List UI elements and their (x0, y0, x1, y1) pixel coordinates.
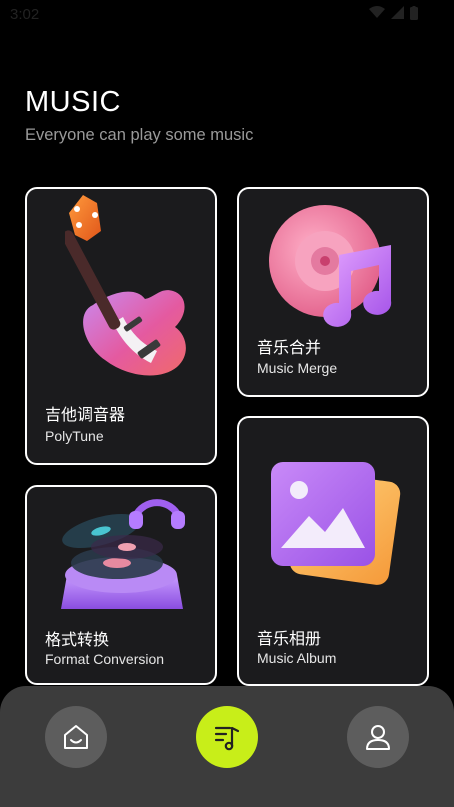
battery-icon (410, 6, 418, 20)
card-subtitle: PolyTune (45, 428, 104, 444)
signal-icon (391, 6, 404, 19)
status-time: 3:02 (10, 6, 40, 23)
turntable-icon (61, 499, 185, 609)
music-merge-card[interactable]: 音乐合并 Music Merge (237, 187, 429, 397)
music-merge-icon (269, 205, 392, 327)
guitar-tuner-card[interactable]: 吉他调音器 PolyTune (25, 187, 217, 465)
card-subtitle: Music Album (257, 650, 337, 666)
music-list-icon (214, 726, 240, 751)
card-title: 吉他调音器 (45, 405, 126, 424)
photo-album-icon (271, 462, 401, 585)
profile-icon (366, 725, 390, 750)
card-subtitle: Format Conversion (45, 651, 165, 667)
nav-profile-button[interactable] (347, 706, 409, 768)
music-album-card[interactable]: 音乐相册 Music Album (237, 416, 429, 686)
guitar-icon (65, 195, 186, 376)
card-title: 格式转换 (45, 630, 110, 649)
nav-home-button[interactable] (45, 706, 107, 768)
home-icon (64, 725, 88, 749)
bottom-nav (0, 686, 454, 807)
status-bar: 3:02 (0, 0, 454, 28)
format-conversion-card[interactable]: 格式转换 Format Conversion (25, 485, 217, 685)
wifi-icon (369, 6, 385, 18)
page-subtitle: Everyone can play some music (25, 126, 254, 144)
card-title: 音乐合并 (257, 338, 322, 357)
card-title: 音乐相册 (257, 629, 322, 648)
nav-music-button[interactable] (196, 706, 258, 768)
card-subtitle: Music Merge (257, 360, 338, 376)
page-title: MUSIC (25, 86, 121, 118)
status-icons (369, 6, 418, 20)
